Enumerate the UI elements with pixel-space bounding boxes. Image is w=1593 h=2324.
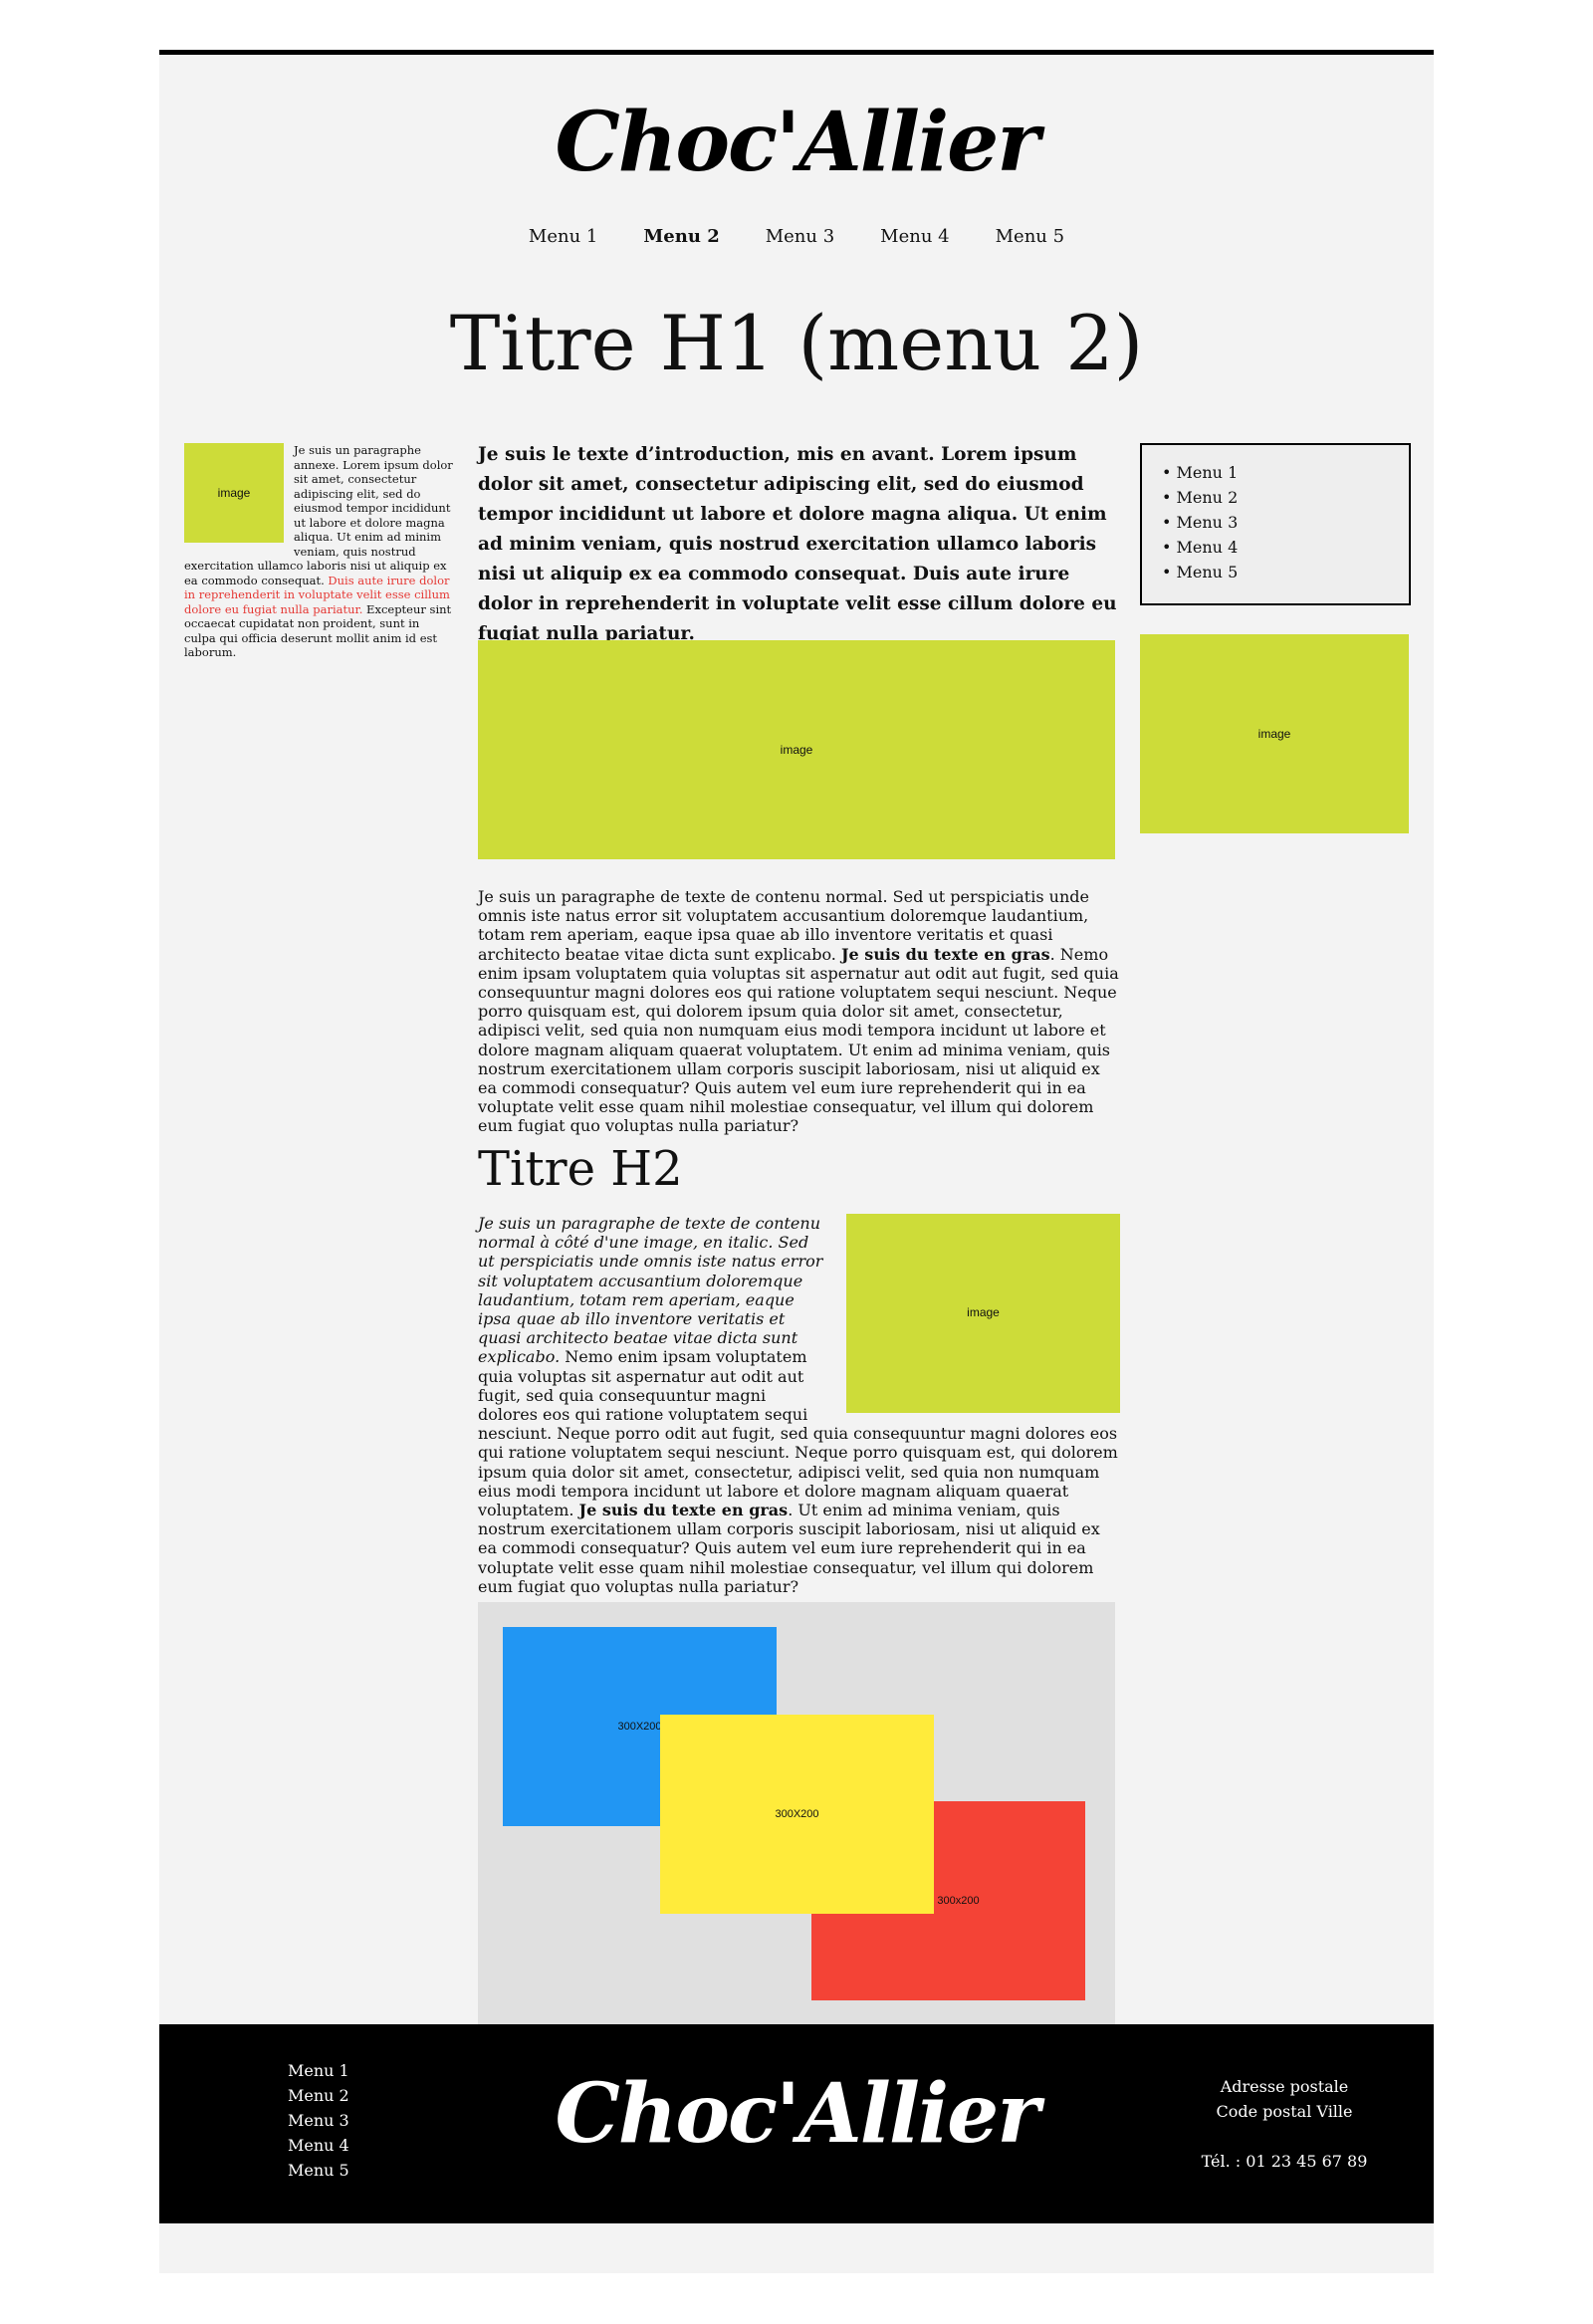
sidebar-item-menu-1[interactable]: • Menu 1 [1162,460,1389,485]
footer-address: Adresse postale Code postal Ville Tél. :… [1175,2074,1394,2174]
nav-item-menu-1[interactable]: Menu 1 [529,226,597,247]
side-paragraph: image Je suis un paragraphe annexe. Lore… [184,443,453,660]
main-nav: Menu 1 Menu 2 Menu 3 Menu 4 Menu 5 [159,226,1434,247]
sidebar-item-menu-3[interactable]: • Menu 3 [1162,510,1389,535]
page-title: Titre H1 (menu 2) [449,299,1144,387]
gallery-image-yellow: 300X200 [660,1715,934,1914]
sidebar-item-menu-2[interactable]: • Menu 2 [1162,485,1389,510]
content-bold-text: Je suis du texte en gras [840,944,1050,964]
content-text-end: . Nemo enim ipsam voluptatem quia volupt… [478,944,1119,1136]
section-title: Titre H2 [478,1141,683,1197]
sidebar-item-menu-5[interactable]: • Menu 5 [1162,560,1389,584]
nav-item-menu-3[interactable]: Menu 3 [766,226,834,247]
side-image-placeholder: image [184,443,284,543]
footer: Menu 1 Menu 2 Menu 3 Menu 4 Menu 5 Choc'… [159,2024,1434,2223]
main-image-placeholder: image [478,640,1115,859]
intro-paragraph: Je suis le texte d’introduction, mis en … [478,444,1117,644]
nav-item-menu-5[interactable]: Menu 5 [996,226,1064,247]
nav-item-menu-2[interactable]: Menu 2 [643,226,719,247]
content-paragraph-with-image: image Je suis un paragraphe de texte de … [478,1214,1120,1596]
header-logo[interactable]: Choc'Allier [159,95,1434,190]
address-line-1: Adresse postale [1220,2077,1349,2096]
nav-item-menu-4[interactable]: Menu 4 [880,226,949,247]
sidebar-item-menu-4[interactable]: • Menu 4 [1162,535,1389,560]
phone-number: Tél. : 01 23 45 67 89 [1201,2152,1368,2171]
address-line-2: Code postal Ville [1216,2102,1353,2121]
sidebar-image-placeholder: image [1140,634,1409,833]
gallery-image-red-label: 300x200 [937,1895,980,1907]
inline-image-placeholder: image [846,1214,1120,1413]
sidebar-menu: • Menu 1 • Menu 2 • Menu 3 • Menu 4 • Me… [1140,443,1411,605]
page-container: Choc'Allier Menu 1 Menu 2 Menu 3 Menu 4 … [159,50,1434,2273]
paragraph2-bold-text: Je suis du texte en gras [578,1501,789,1520]
content-paragraph: Je suis un paragraphe de texte de conten… [478,887,1120,1136]
italic-text: Je suis un paragraphe de texte de conten… [478,1214,823,1367]
image-gallery: 300X200 300x200 300X200 [478,1602,1115,2025]
